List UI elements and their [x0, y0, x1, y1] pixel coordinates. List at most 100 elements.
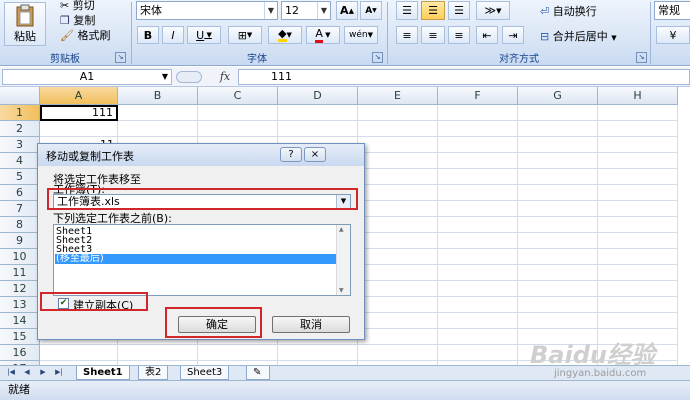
cell-h1[interactable]	[598, 105, 678, 121]
cell-e16[interactable]	[358, 345, 438, 361]
cell-c2[interactable]	[198, 121, 278, 137]
cell-d16[interactable]	[278, 345, 358, 361]
cell-h8[interactable]	[598, 217, 678, 233]
cell-f6[interactable]	[438, 185, 518, 201]
chevron-down-icon[interactable]: ▼	[317, 2, 330, 19]
column-header[interactable]: H	[598, 87, 678, 105]
column-header[interactable]: C	[198, 87, 278, 105]
column-header[interactable]: G	[518, 87, 598, 105]
chevron-down-icon[interactable]: ▼	[162, 70, 168, 84]
formula-input[interactable]: 111	[238, 69, 690, 85]
row-header[interactable]: 10	[0, 249, 40, 265]
scroll-down-icon[interactable]: ▼	[339, 287, 344, 294]
close-button[interactable]: ×	[304, 147, 326, 162]
cell-e15[interactable]	[358, 329, 438, 345]
cell-e4[interactable]	[358, 153, 438, 169]
merge-center-button[interactable]: ⊟ 合并后居中 ▼	[540, 28, 617, 44]
format-painter-button[interactable]: 🖌 格式刷	[60, 27, 110, 43]
align-center-button[interactable]: ≡	[421, 26, 445, 44]
align-bottom-button[interactable]: ☰	[448, 1, 470, 20]
row-header[interactable]: 8	[0, 217, 40, 233]
row-header[interactable]: 2	[0, 121, 40, 137]
fill-color-button[interactable]: ◆ ▼	[268, 26, 302, 44]
cell-f2[interactable]	[438, 121, 518, 137]
underline-button[interactable]: U ▼	[187, 26, 221, 44]
list-scrollbar[interactable]: ▲ ▼	[336, 225, 350, 295]
cell-a16[interactable]	[40, 345, 118, 361]
last-sheet-icon[interactable]: ▶|	[54, 367, 64, 377]
sheet-tab[interactable]: Sheet1	[76, 366, 130, 380]
cell-g11[interactable]	[518, 265, 598, 281]
chevron-down-icon[interactable]: ▼	[264, 2, 277, 19]
cell-c16[interactable]	[198, 345, 278, 361]
cell-f10[interactable]	[438, 249, 518, 265]
align-right-button[interactable]: ≡	[448, 26, 470, 44]
cell-g3[interactable]	[518, 137, 598, 153]
select-all-corner[interactable]	[0, 87, 40, 105]
cell-d1[interactable]	[278, 105, 358, 121]
shrink-font-button[interactable]: A ▼	[360, 1, 382, 20]
column-header[interactable]: D	[278, 87, 358, 105]
paste-button[interactable]: 粘贴	[4, 2, 46, 46]
cell-e10[interactable]	[358, 249, 438, 265]
alignment-launcher-icon[interactable]: ↘	[636, 52, 647, 63]
wrap-text-button[interactable]: ⏎ 自动换行	[540, 3, 597, 19]
cell-g9[interactable]	[518, 233, 598, 249]
sheet-tab[interactable]: 表2	[138, 366, 169, 380]
cell-f16[interactable]	[438, 345, 518, 361]
cell-f14[interactable]	[438, 313, 518, 329]
row-header[interactable]: 15	[0, 329, 40, 345]
cell-g2[interactable]	[518, 121, 598, 137]
first-sheet-icon[interactable]: |◀	[6, 367, 16, 377]
font-size-combo[interactable]: 12 ▼	[281, 1, 331, 20]
cell-e13[interactable]	[358, 297, 438, 313]
cell-h11[interactable]	[598, 265, 678, 281]
cell-f11[interactable]	[438, 265, 518, 281]
row-header[interactable]: 14	[0, 313, 40, 329]
cell-e2[interactable]	[358, 121, 438, 137]
prev-sheet-icon[interactable]: ◀	[22, 367, 32, 377]
cell-h4[interactable]	[598, 153, 678, 169]
cell-b16[interactable]	[118, 345, 198, 361]
cell-h13[interactable]	[598, 297, 678, 313]
row-header[interactable]: 16	[0, 345, 40, 361]
sheet-tab[interactable]: Sheet3	[180, 366, 230, 380]
list-item-selected[interactable]: (移至最后)	[55, 254, 337, 264]
cell-f15[interactable]	[438, 329, 518, 345]
cancel-button[interactable]: 取消	[272, 316, 350, 333]
cell-f3[interactable]	[438, 137, 518, 153]
name-box[interactable]: A1 ▼	[2, 69, 172, 85]
scroll-up-icon[interactable]: ▲	[339, 226, 344, 233]
cell-h7[interactable]	[598, 201, 678, 217]
row-header[interactable]: 13	[0, 297, 40, 313]
cell-b1[interactable]	[118, 105, 198, 121]
cell-e3[interactable]	[358, 137, 438, 153]
cell-e12[interactable]	[358, 281, 438, 297]
cell-c1[interactable]	[198, 105, 278, 121]
cell-d2[interactable]	[278, 121, 358, 137]
cell-e14[interactable]	[358, 313, 438, 329]
row-header[interactable]: 1	[0, 105, 40, 121]
dialog-titlebar[interactable]: 移动或复制工作表 ? ×	[38, 144, 364, 166]
cell-g14[interactable]	[518, 313, 598, 329]
cell-f12[interactable]	[438, 281, 518, 297]
font-launcher-icon[interactable]: ↘	[372, 52, 383, 63]
insert-sheet-button[interactable]: ✎	[246, 366, 270, 380]
cell-f1[interactable]	[438, 105, 518, 121]
row-header[interactable]: 7	[0, 201, 40, 217]
cell-h10[interactable]	[598, 249, 678, 265]
help-button[interactable]: ?	[280, 147, 302, 162]
cell-f4[interactable]	[438, 153, 518, 169]
sheet-listbox[interactable]: Sheet1 Sheet2 Sheet3 (移至最后) ▲ ▼	[53, 224, 351, 296]
cell-h2[interactable]	[598, 121, 678, 137]
grow-font-button[interactable]: A ▲	[336, 1, 358, 20]
chevron-down-icon[interactable]: ▼	[611, 34, 616, 42]
cell-g12[interactable]	[518, 281, 598, 297]
next-sheet-icon[interactable]: ▶	[38, 367, 48, 377]
number-format-combo[interactable]: 常规	[654, 1, 690, 20]
copy-button[interactable]: ❐ 复制	[60, 12, 95, 28]
increase-indent-button[interactable]: ⇥	[502, 26, 524, 44]
cell-a1[interactable]: 111	[40, 105, 118, 121]
align-middle-button[interactable]: ☰	[421, 1, 445, 20]
row-header[interactable]: 4	[0, 153, 40, 169]
